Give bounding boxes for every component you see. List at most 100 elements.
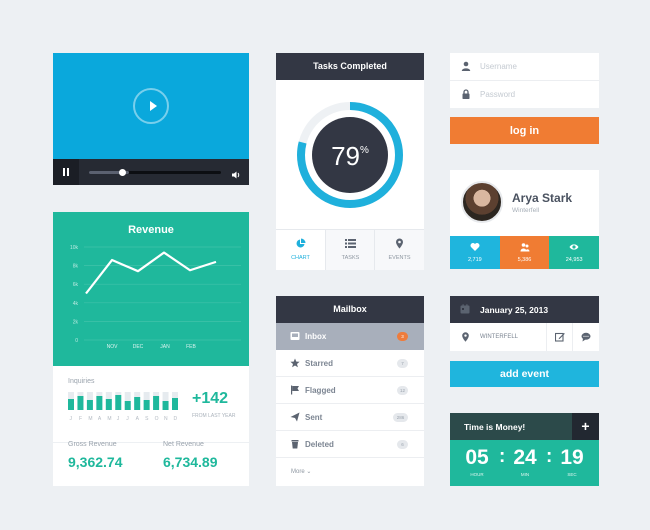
tab-events-label: EVENTS — [388, 255, 411, 261]
y-tick-label: 0 — [75, 338, 78, 344]
play-icon — [150, 101, 157, 111]
inquiry-bar — [77, 396, 84, 410]
video-player — [53, 53, 249, 185]
mailbox-item-label: Sent — [305, 413, 323, 422]
password-input[interactable] — [480, 88, 590, 101]
video-screen[interactable] — [53, 53, 249, 159]
volume-icon — [232, 171, 240, 179]
login-button[interactable]: log in — [450, 117, 599, 144]
month-label: J — [69, 416, 73, 422]
users-icon — [520, 243, 530, 252]
event-location: WINTERFELL — [480, 334, 519, 340]
month-label: S — [145, 416, 149, 422]
edit-button[interactable] — [546, 323, 572, 351]
tasks-percent: 79% — [276, 141, 424, 172]
tab-events[interactable]: EVENTS — [374, 230, 424, 270]
user-icon — [461, 61, 471, 71]
login-form — [450, 53, 599, 108]
inquiry-bar — [134, 397, 141, 410]
tasks-card: Tasks Completed 79% CHART TASKS EVENTS — [276, 53, 424, 270]
revenue-series-line — [85, 251, 217, 295]
video-controls — [53, 159, 249, 185]
tab-chart-label: CHART — [291, 255, 310, 261]
calendar-icon — [460, 304, 470, 314]
mailbox-item-deleted[interactable]: Deleted 6 — [276, 431, 424, 458]
tasks-percent-value: 79 — [331, 141, 360, 171]
location-pin-icon — [462, 332, 469, 342]
net-revenue-value: 6,734.89 — [163, 454, 218, 470]
month-label: A — [97, 416, 102, 422]
tasks-title: Tasks Completed — [276, 53, 424, 80]
mailbox-item-label: Inbox — [305, 332, 327, 341]
stat-views-value: 24,953 — [565, 257, 583, 263]
tab-tasks[interactable]: TASKS — [325, 230, 374, 270]
edit-icon — [555, 332, 565, 342]
event-location-row: WINTERFELL — [450, 323, 599, 351]
username-input[interactable] — [480, 60, 590, 73]
countdown-timer: Time is Money! + 05 : 24 : 19 HOUR MIN S… — [450, 413, 599, 486]
list-icon — [345, 239, 356, 248]
mailbox-item-starred[interactable]: Starred 7 — [276, 350, 424, 377]
inquiry-bar — [86, 400, 93, 410]
timer-hour-label: HOUR — [470, 472, 484, 477]
volume-button[interactable] — [231, 167, 241, 185]
revenue-card: Revenue 10k 8k 6k 4k 2k 0 NOV DEC JAN FEB Inquiri… — [53, 212, 249, 486]
tasks-percent-sign: % — [360, 145, 369, 156]
tab-chart[interactable]: CHART — [276, 230, 325, 270]
pause-icon — [63, 168, 65, 176]
add-timer-button[interactable]: + — [572, 413, 599, 440]
net-revenue-label: Net Revenue — [163, 441, 204, 448]
username-row — [450, 53, 599, 80]
inquiry-bar — [105, 399, 112, 410]
star-icon — [290, 358, 300, 368]
mailbox-card: Mailbox Inbox 3 Starred 7 Flagged 12 Sen… — [276, 296, 424, 486]
mailbox-item-inbox[interactable]: Inbox 3 — [276, 323, 424, 350]
stat-views[interactable]: 24,953 — [549, 236, 599, 269]
comment-button[interactable] — [572, 323, 599, 351]
timer-title: Time is Money! — [464, 422, 526, 432]
seek-handle[interactable] — [119, 169, 126, 176]
add-event-button[interactable]: add event — [450, 361, 599, 387]
month-label: D — [173, 416, 178, 422]
avatar[interactable] — [461, 181, 503, 223]
comment-icon — [581, 332, 591, 342]
stat-followers-value: 5,386 — [517, 257, 532, 263]
trash-icon — [291, 440, 299, 449]
stat-followers[interactable]: 5,386 — [499, 236, 550, 269]
inquiry-bar — [68, 399, 74, 410]
month-label: A — [135, 416, 140, 422]
timer-seconds: 19 — [560, 446, 584, 469]
heart-icon — [470, 243, 480, 251]
y-tick-label: 6k — [73, 282, 79, 288]
x-tick-label: NOV — [107, 344, 119, 350]
profile-location: Winterfell — [512, 207, 540, 214]
mailbox-item-flagged[interactable]: Flagged 12 — [276, 377, 424, 404]
video-seek-bar[interactable] — [89, 169, 221, 176]
play-button[interactable] — [133, 88, 169, 124]
eye-icon — [569, 244, 579, 250]
y-tick-label: 10k — [70, 245, 79, 251]
lock-icon — [462, 89, 470, 99]
timer-hours: 05 — [465, 446, 489, 469]
month-label: J — [116, 416, 120, 422]
inbox-icon — [290, 332, 300, 340]
mailbox-count-badge: 286 — [393, 413, 408, 422]
inquiry-bar — [143, 400, 150, 410]
timer-header: Time is Money! + — [450, 413, 599, 440]
y-tick-label: 2k — [73, 319, 79, 325]
mailbox-item-sent[interactable]: Sent 286 — [276, 404, 424, 431]
mailbox-item-label: Starred — [305, 359, 334, 368]
pause-button[interactable] — [53, 159, 79, 185]
month-label: O — [154, 416, 159, 422]
month-label: M — [88, 416, 93, 422]
inquiry-bar — [153, 396, 160, 410]
more-link[interactable]: More ⌄ — [291, 468, 311, 475]
event-card: January 25, 2013 WINTERFELL — [450, 296, 599, 351]
stat-likes[interactable]: 2,719 — [450, 236, 500, 269]
inquiries-value: +142 — [192, 390, 229, 407]
month-label: N — [164, 416, 168, 422]
inquiries-sub: FROM LAST YEAR — [192, 413, 236, 419]
pie-chart-icon — [296, 238, 306, 248]
month-label: J — [126, 416, 129, 422]
stat-likes-value: 2,719 — [467, 257, 482, 263]
